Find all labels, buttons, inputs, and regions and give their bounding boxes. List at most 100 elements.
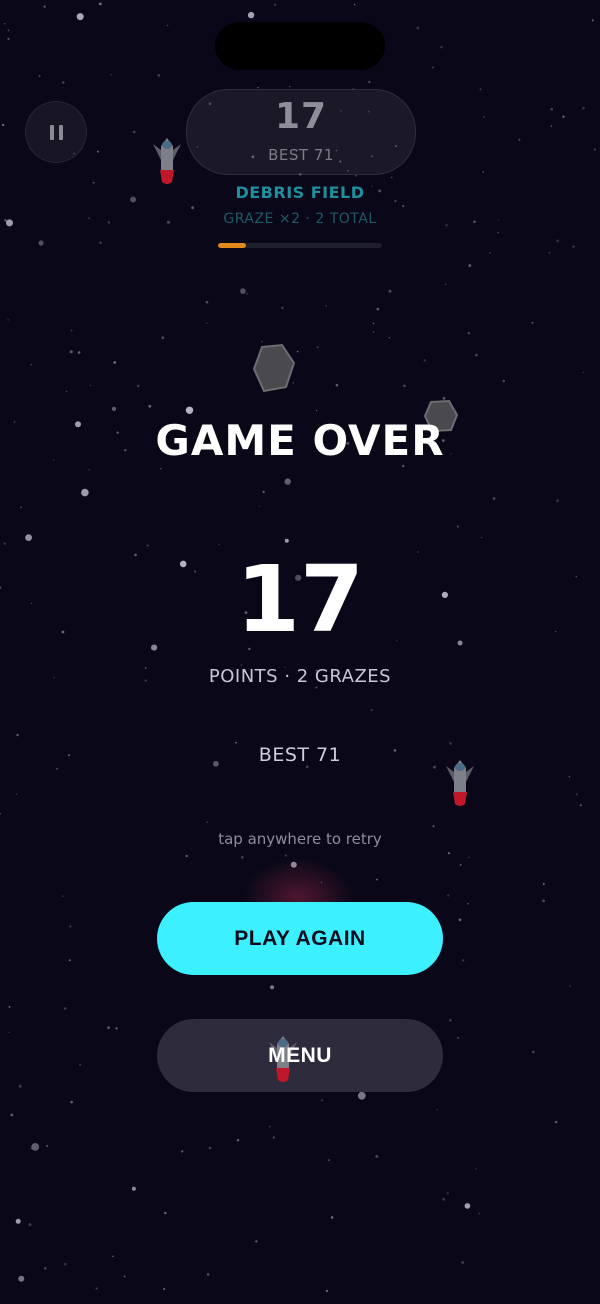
star [556,499,559,503]
star [7,37,10,40]
star [8,1005,11,1008]
star [579,804,582,807]
star [467,332,470,335]
star [591,19,594,22]
star [157,74,161,77]
star [88,469,90,471]
star [478,1212,481,1215]
star [449,1019,452,1022]
star [468,856,470,858]
star [181,1150,184,1153]
star [402,204,405,208]
star [468,264,472,268]
star [63,1007,67,1010]
star [353,3,356,6]
star [255,1240,258,1243]
star [550,107,553,111]
menu-button[interactable]: MENU [157,1019,443,1092]
star [246,292,248,295]
star [582,106,585,110]
star [160,468,162,470]
star [79,1063,82,1067]
star [44,1267,47,1270]
star [316,346,319,349]
star [205,300,209,304]
star [115,1027,118,1030]
best-score: BEST 71 [258,744,342,766]
star [62,895,64,897]
mode-name: DEBRIS FIELD [235,183,365,202]
star [38,75,41,77]
star [401,464,405,468]
star [550,125,553,127]
star [77,351,81,354]
star [518,138,521,141]
star [25,534,32,541]
star [89,384,92,387]
star [10,1113,14,1117]
star [284,478,291,485]
star [99,241,102,244]
star [113,361,117,364]
star [316,410,318,412]
star [38,240,44,246]
star [258,505,261,507]
star [497,231,499,234]
star [281,306,284,309]
star [321,1099,323,1101]
star [456,1036,460,1040]
star [112,1255,114,1258]
star [7,319,9,321]
hud-score: 17 [274,96,328,137]
star [390,176,393,179]
star [432,66,434,69]
star [582,371,585,374]
star [70,1100,73,1104]
star [206,821,208,823]
star [132,130,136,134]
star [191,206,195,210]
pause-button[interactable] [25,101,87,163]
star [531,321,534,324]
star [164,1211,167,1215]
hud-score-pill: 17 BEST 71 [186,89,416,175]
star [492,497,496,500]
star [462,959,465,962]
star [482,171,485,173]
star [325,305,328,307]
star [480,536,483,539]
play-again-label: PLAY AGAIN [234,926,366,950]
star [148,404,152,408]
star [376,878,378,881]
star [370,709,373,711]
points-summary: POINTS · 2 GRAZES [208,666,392,687]
star [593,148,596,151]
star [569,985,571,987]
star [97,150,99,153]
star [208,1146,212,1150]
star [63,1262,67,1266]
game-over-title: GAME OVER [155,416,445,465]
star [388,289,392,293]
star [447,894,450,897]
play-again-button[interactable]: PLAY AGAIN [157,902,443,975]
star [185,406,194,414]
star [272,1136,275,1139]
star [3,22,6,25]
star [445,283,447,285]
star [554,1120,558,1124]
star [166,24,169,27]
star [284,538,289,543]
star [447,852,450,855]
star [475,353,478,357]
game-screen[interactable]: 17 BEST 71 DEBRIS FIELD GRAZE ×2 · 2 TOT… [0,0,600,1304]
star [46,1144,49,1148]
star [325,1289,329,1293]
star [236,1138,240,1142]
star [268,1125,271,1128]
star [416,26,420,30]
star [20,506,22,509]
star [7,29,10,32]
star [289,85,291,88]
pause-icon [49,124,54,140]
